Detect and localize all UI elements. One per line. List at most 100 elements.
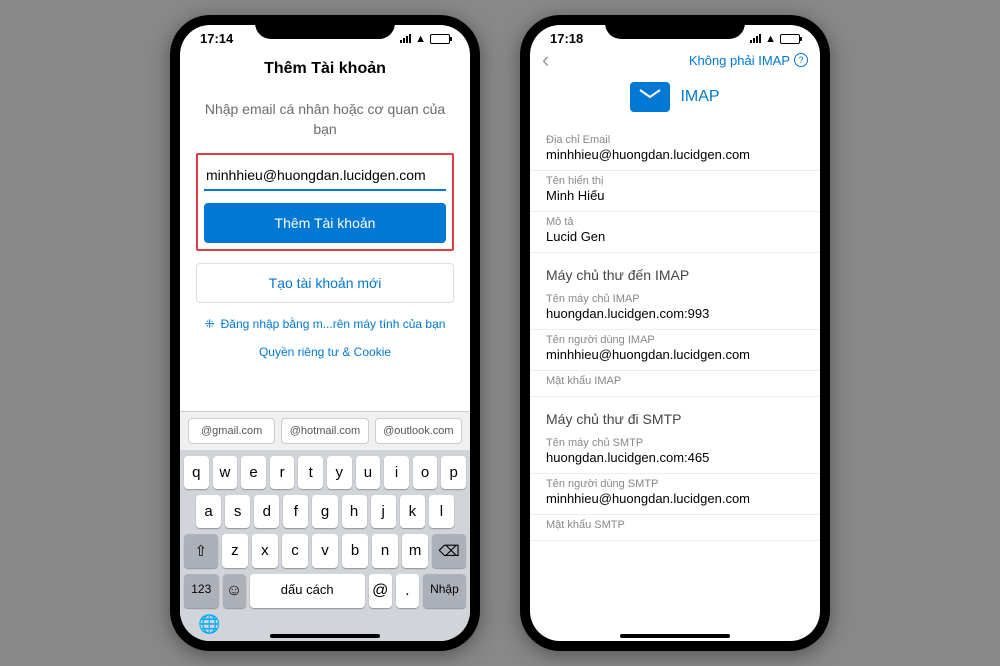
not-imap-text: Không phải IMAP (689, 53, 790, 68)
key-space[interactable]: dấu cách (250, 574, 365, 608)
key-t[interactable]: t (298, 456, 323, 489)
field-description[interactable]: Mô tả Lucid Gen (530, 212, 820, 253)
key-g[interactable]: g (312, 495, 337, 528)
field-smtp-host[interactable]: Tên máy chủ SMTP huongdan.lucidgen.com:4… (530, 433, 820, 474)
suggest-outlook[interactable]: @outlook.com (375, 418, 462, 444)
key-w[interactable]: w (213, 456, 238, 489)
mail-icon (630, 82, 670, 112)
desc-value: Lucid Gen (546, 229, 804, 244)
imap-title: IMAP (680, 88, 719, 106)
add-account-button[interactable]: Thêm Tài khoản (204, 203, 446, 243)
status-time: 17:14 (200, 31, 233, 46)
phone-left: 17:14 ▲ Thêm Tài khoản Nhập email cá nhâ… (170, 15, 480, 651)
field-imap-host[interactable]: Tên máy chủ IMAP huongdan.lucidgen.com:9… (530, 289, 820, 330)
field-smtp-password[interactable]: Mật khẩu SMTP (530, 515, 820, 541)
battery-icon (430, 34, 450, 44)
imap-header: IMAP (530, 68, 820, 130)
key-c[interactable]: c (282, 534, 308, 568)
suggest-hotmail[interactable]: @hotmail.com (281, 418, 368, 444)
display-label: Tên hiển thị (546, 175, 804, 187)
key-v[interactable]: v (312, 534, 338, 568)
key-z[interactable]: z (222, 534, 248, 568)
key-shift[interactable]: ⇧ (184, 534, 218, 568)
help-icon: ? (794, 53, 808, 67)
create-account-button[interactable]: Tạo tài khoản mới (196, 263, 454, 303)
header: ‹ Không phải IMAP ? (530, 52, 820, 68)
content: Nhập email cá nhân hoặc cơ quan của bạn … (180, 86, 470, 373)
key-m[interactable]: m (402, 534, 428, 568)
key-at[interactable]: @ (369, 574, 392, 608)
key-s[interactable]: s (225, 495, 250, 528)
key-enter[interactable]: Nhập (423, 574, 466, 608)
key-u[interactable]: u (356, 456, 381, 489)
key-b[interactable]: b (342, 534, 368, 568)
home-indicator[interactable] (270, 634, 380, 638)
key-i[interactable]: i (384, 456, 409, 489)
status-icons: ▲ (750, 33, 800, 45)
qr-icon: ⁜ (205, 317, 215, 331)
notch (605, 15, 745, 39)
key-o[interactable]: o (413, 456, 438, 489)
field-imap-password[interactable]: Mật khẩu IMAP (530, 371, 820, 397)
key-emoji[interactable]: ☺ (223, 574, 246, 608)
field-email[interactable]: Địa chỉ Email minhhieu@huongdan.lucidgen… (530, 130, 820, 171)
key-l[interactable]: l (429, 495, 454, 528)
signal-icon (400, 34, 411, 43)
key-j[interactable]: j (371, 495, 396, 528)
key-x[interactable]: x (252, 534, 278, 568)
email-input[interactable] (204, 161, 446, 191)
suggest-gmail[interactable]: @gmail.com (188, 418, 275, 444)
key-a[interactable]: a (196, 495, 221, 528)
globe-row: 🌐 (184, 608, 466, 637)
battery-icon (780, 34, 800, 44)
key-e[interactable]: e (241, 456, 266, 489)
smtp-user-label: Tên người dùng SMTP (546, 478, 804, 490)
screen-imap-settings: 17:18 ▲ ‹ Không phải IMAP ? IMAP (530, 25, 820, 641)
status-time: 17:18 (550, 31, 583, 46)
smtp-section-title: Máy chủ thư đi SMTP (530, 397, 820, 433)
home-indicator[interactable] (620, 634, 730, 638)
key-numbers[interactable]: 123 (184, 574, 219, 608)
imap-pass-label: Mật khẩu IMAP (546, 375, 804, 387)
imap-user-value: minhhieu@huongdan.lucidgen.com (546, 347, 804, 362)
key-k[interactable]: k (400, 495, 425, 528)
globe-icon[interactable]: 🌐 (198, 614, 220, 634)
signal-icon (750, 34, 761, 43)
email-suggestions: @gmail.com @hotmail.com @outlook.com (180, 411, 470, 450)
key-f[interactable]: f (283, 495, 308, 528)
email-label: Địa chỉ Email (546, 134, 804, 146)
qr-login-text: Đăng nhập bằng m...rên máy tính của bạn (221, 317, 446, 331)
field-imap-user[interactable]: Tên người dùng IMAP minhhieu@huongdan.lu… (530, 330, 820, 371)
keyboard-row-1: q w e r t y u i o p (184, 456, 466, 489)
qr-login-link[interactable]: ⁜ Đăng nhập bằng m...rên máy tính của bạ… (196, 317, 454, 331)
keyboard-row-3: ⇧ z x c v b n m ⌫ (184, 534, 466, 568)
key-backspace[interactable]: ⌫ (432, 534, 466, 568)
key-q[interactable]: q (184, 456, 209, 489)
key-d[interactable]: d (254, 495, 279, 528)
smtp-host-value: huongdan.lucidgen.com:465 (546, 450, 804, 465)
field-smtp-user[interactable]: Tên người dùng SMTP minhhieu@huongdan.lu… (530, 474, 820, 515)
field-display-name[interactable]: Tên hiển thị Minh Hiếu (530, 171, 820, 212)
wifi-icon: ▲ (415, 33, 426, 45)
status-icons: ▲ (400, 33, 450, 45)
desc-label: Mô tả (546, 216, 804, 228)
page-title: Thêm Tài khoản (264, 60, 386, 78)
display-value: Minh Hiếu (546, 188, 804, 203)
key-h[interactable]: h (342, 495, 367, 528)
notch (255, 15, 395, 39)
keyboard-row-2: a s d f g h j k l (184, 495, 466, 528)
key-r[interactable]: r (270, 456, 295, 489)
not-imap-link[interactable]: Không phải IMAP ? (689, 53, 808, 68)
key-y[interactable]: y (327, 456, 352, 489)
scroll-area[interactable]: IMAP Địa chỉ Email minhhieu@huongdan.luc… (530, 68, 820, 641)
key-n[interactable]: n (372, 534, 398, 568)
privacy-link[interactable]: Quyền riêng tư & Cookie (196, 345, 454, 359)
key-p[interactable]: p (441, 456, 466, 489)
imap-section-title: Máy chủ thư đến IMAP (530, 253, 820, 289)
email-value: minhhieu@huongdan.lucidgen.com (546, 147, 804, 162)
key-dot[interactable]: . (396, 574, 419, 608)
prompt-text: Nhập email cá nhân hoặc cơ quan của bạn (196, 100, 454, 139)
back-button[interactable]: ‹ (542, 47, 549, 73)
keyboard-row-4: 123 ☺ dấu cách @ . Nhập (184, 574, 466, 608)
highlight-box: Thêm Tài khoản (196, 153, 454, 251)
